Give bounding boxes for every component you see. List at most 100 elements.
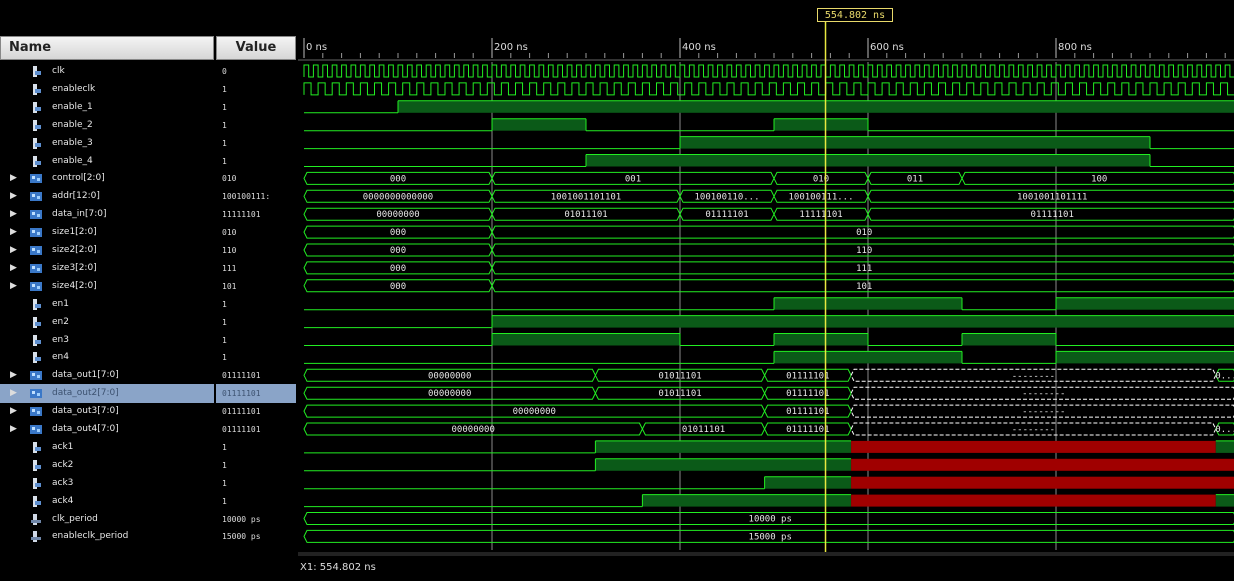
bit-signal-icon (33, 477, 41, 489)
signal-value: 1 (222, 102, 227, 112)
signal-row[interactable]: enable_1 (0, 98, 214, 117)
bit-signal-icon (33, 334, 41, 346)
bit-signal-icon (33, 101, 41, 113)
bit-high-fill (492, 118, 586, 131)
signal-row[interactable]: en1 (0, 295, 214, 314)
signal-name: data_out4[7:0] (52, 424, 119, 434)
bit-signal-icon (33, 495, 41, 507)
signal-row[interactable]: enableclk (0, 80, 214, 99)
signal-row[interactable]: enable_2 (0, 116, 214, 135)
signal-value: 100100111: (222, 192, 271, 202)
bus-value-label: -------- (1012, 425, 1055, 435)
signal-row[interactable]: en4 (0, 348, 214, 367)
signal-row[interactable]: enableclk_period (0, 527, 214, 546)
signal-row[interactable]: ▶ addr[12:0] (0, 187, 214, 206)
bus-value-label: 01111101 (786, 425, 829, 435)
signal-value: 1 (222, 478, 227, 488)
bus-value-label: 0... (1215, 371, 1234, 381)
bit-high-fill (1056, 351, 1234, 364)
ruler-tick-label: 600 ns (870, 42, 904, 53)
bit-high-fill (492, 315, 1234, 328)
bus-value-label: 100100110... (694, 192, 759, 202)
signal-value: 1 (222, 156, 227, 166)
expand-arrow-icon[interactable]: ▶ (10, 277, 17, 296)
signal-name: data_out3[7:0] (52, 406, 119, 417)
bus-value-label: 000 (390, 264, 406, 274)
expand-arrow-icon[interactable]: ▶ (10, 187, 17, 206)
signal-row[interactable]: en3 (0, 331, 214, 350)
signal-value: 111 (222, 263, 237, 273)
signal-row[interactable]: ▶ data_out4[7:0] (0, 420, 214, 439)
name-column-header[interactable]: Name (0, 36, 214, 60)
signal-value: 110 (222, 246, 237, 255)
ruler-tick-label: 0 ns (306, 42, 327, 53)
signal-row[interactable]: enable_4 (0, 152, 214, 171)
signal-value: 101 (222, 281, 237, 291)
signal-name: en2 (52, 316, 69, 327)
signal-row[interactable]: en2 (0, 313, 214, 332)
bit-signal-icon (33, 119, 41, 131)
expand-arrow-icon[interactable]: ▶ (10, 169, 17, 188)
bus-signal-icon (30, 246, 42, 255)
signal-row[interactable]: ack3 (0, 474, 214, 493)
signal-value: 1 (222, 299, 227, 309)
bit-high-fill (764, 476, 852, 489)
bit-error-fill (851, 476, 1234, 489)
bus-value-label: 00000000 (376, 210, 419, 220)
signal-row[interactable]: ▶ size4[2:0] (0, 277, 214, 296)
status-cursor-readout: X1: 554.802 ns (300, 562, 376, 573)
signal-row[interactable]: ack4 (0, 492, 214, 511)
signal-name: size1[2:0] (52, 227, 97, 238)
signal-row[interactable]: ▶ size3[2:0] (0, 259, 214, 278)
signal-value: 0 (222, 67, 227, 76)
signal-row[interactable]: ack1 (0, 438, 214, 457)
signal-name: ack4 (52, 495, 74, 506)
signal-row[interactable]: enable_3 (0, 134, 214, 153)
value-column-header[interactable]: Value (216, 36, 296, 60)
expand-arrow-icon[interactable]: ▶ (10, 223, 17, 242)
signal-name: ack2 (52, 459, 74, 470)
signal-row[interactable]: ▶ size1[2:0] (0, 223, 214, 242)
signal-name: enable_3 (52, 137, 93, 148)
signal-row[interactable]: ▶ control[2:0] (0, 169, 214, 188)
bus-signal-icon (30, 192, 42, 202)
expand-arrow-icon[interactable]: ▶ (10, 366, 17, 385)
waveform-viewer: Name Value clk enableclk enable_1 enable_2e… (0, 0, 1234, 581)
signal-name: size4[2:0] (52, 280, 97, 291)
signal-row[interactable]: clk (0, 62, 214, 81)
bus-value-label: 010 (813, 174, 829, 184)
signal-name: data_out1[7:0] (52, 370, 119, 381)
signal-row[interactable]: ▶ size2[2:0] (0, 241, 214, 260)
waveform-canvas[interactable]: 0 ns 200 ns 400 ns 600 ns 800 ns 000 001 010 011… (298, 0, 1234, 581)
signal-row[interactable]: ▶ data_out2[7:0] (0, 384, 214, 404)
signal-name: enable_4 (52, 155, 93, 166)
signal-value: 11111101 (222, 210, 261, 220)
signal-row[interactable]: ▶ data_out3[7:0] (0, 402, 214, 421)
expand-arrow-icon[interactable]: ▶ (10, 205, 17, 224)
signal-row[interactable]: clk_period (0, 510, 214, 529)
bus-value-label: 00000000 (428, 389, 471, 399)
waveform-area[interactable]: 0 ns 200 ns 400 ns 600 ns 800 ns 000 001 010 011… (298, 0, 1234, 581)
bus-signal-icon (30, 281, 42, 291)
bit-high-fill (595, 458, 852, 471)
signal-row[interactable]: ack2 (0, 456, 214, 475)
expand-arrow-icon[interactable]: ▶ (10, 402, 17, 421)
expand-arrow-icon[interactable]: ▶ (10, 241, 17, 260)
expand-arrow-icon[interactable]: ▶ (10, 420, 17, 439)
bit-high-fill (774, 297, 962, 310)
bus-value-label: 00000000 (452, 425, 495, 435)
signal-name: ack1 (52, 441, 74, 452)
signal-value: 1 (222, 120, 227, 130)
bus-value-label: 100 (1091, 174, 1107, 184)
expand-arrow-icon[interactable]: ▶ (10, 259, 17, 278)
bus-signal-icon (30, 263, 42, 273)
expand-arrow-icon[interactable]: ▶ (10, 384, 17, 403)
signal-row[interactable]: ▶ data_in[7:0] (0, 205, 214, 224)
bit-error-fill (851, 494, 1216, 507)
bus-value-label: 10000 ps (749, 515, 792, 525)
bus-value-label: 11111101 (799, 210, 842, 220)
cursor-time-label[interactable]: 554.802 ns (817, 8, 893, 22)
bit-signal-icon (33, 137, 41, 149)
signal-row[interactable]: ▶ data_out1[7:0] (0, 366, 214, 385)
bit-signal-icon (33, 83, 41, 95)
